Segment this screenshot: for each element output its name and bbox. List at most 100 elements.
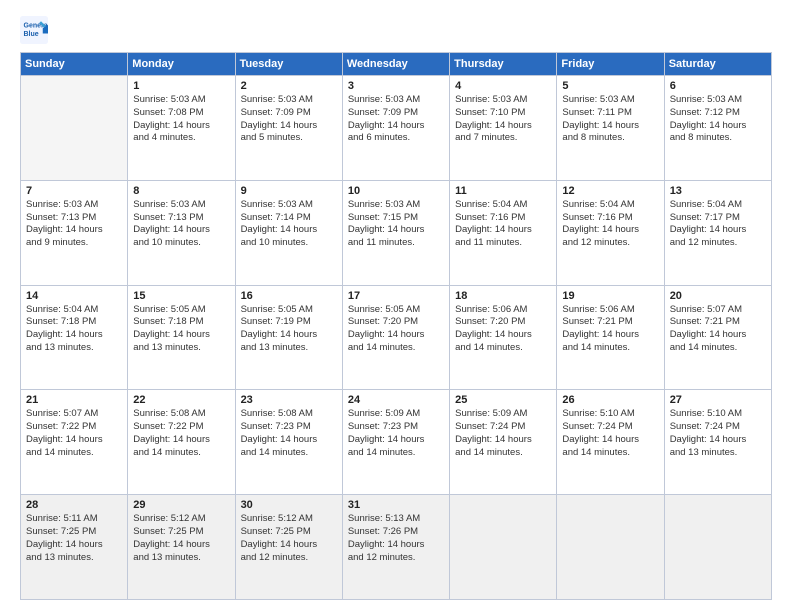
day-info: Sunrise: 5:03 AMSunset: 7:09 PMDaylight:… xyxy=(348,94,444,145)
day-info: Sunrise: 5:13 AMSunset: 7:26 PMDaylight:… xyxy=(348,513,444,564)
day-number: 9 xyxy=(241,185,337,197)
day-number: 16 xyxy=(241,290,337,302)
calendar-header: SundayMondayTuesdayWednesdayThursdayFrid… xyxy=(21,53,772,76)
day-number: 1 xyxy=(133,80,229,92)
day-header-friday: Friday xyxy=(557,53,664,76)
calendar-cell: 30 Sunrise: 5:12 AMSunset: 7:25 PMDayligh… xyxy=(235,495,342,600)
day-number: 30 xyxy=(241,499,337,511)
day-info: Sunrise: 5:03 AMSunset: 7:10 PMDaylight:… xyxy=(455,94,551,145)
day-number: 27 xyxy=(670,394,766,406)
header: General Blue xyxy=(20,16,772,44)
calendar-cell: 9Sunrise: 5:03 AMSunset: 7:14 PMDaylight… xyxy=(235,180,342,285)
day-number: 31 xyxy=(348,499,444,511)
day-info: Sunrise: 5:06 AMSunset: 7:21 PMDaylight:… xyxy=(562,304,658,355)
week-row-4: 21 Sunrise: 5:07 AMSunset: 7:22 PMDayligh… xyxy=(21,390,772,495)
calendar-cell: 14 Sunrise: 5:04 AMSunset: 7:18 PMDayligh… xyxy=(21,285,128,390)
day-number: 3 xyxy=(348,80,444,92)
calendar-cell: 18 Sunrise: 5:06 AMSunset: 7:20 PMDayligh… xyxy=(450,285,557,390)
day-number: 29 xyxy=(133,499,229,511)
calendar-cell: 31 Sunrise: 5:13 AMSunset: 7:26 PMDayligh… xyxy=(342,495,449,600)
calendar-cell: 1 Sunrise: 5:03 AMSunset: 7:08 PMDaylight… xyxy=(128,76,235,181)
calendar-cell: 13 Sunrise: 5:04 AMSunset: 7:17 PMDayligh… xyxy=(664,180,771,285)
calendar-cell xyxy=(450,495,557,600)
day-number: 10 xyxy=(348,185,444,197)
calendar-cell: 28 Sunrise: 5:11 AMSunset: 7:25 PMDayligh… xyxy=(21,495,128,600)
day-header-tuesday: Tuesday xyxy=(235,53,342,76)
day-info: Sunrise: 5:05 AMSunset: 7:19 PMDaylight:… xyxy=(241,304,337,355)
day-info: Sunrise: 5:10 AMSunset: 7:24 PMDaylight:… xyxy=(562,408,658,459)
day-info: Sunrise: 5:09 AMSunset: 7:23 PMDaylight:… xyxy=(348,408,444,459)
day-number: 17 xyxy=(348,290,444,302)
calendar-cell: 12Sunrise: 5:04 AMSunset: 7:16 PMDayligh… xyxy=(557,180,664,285)
week-row-1: 1 Sunrise: 5:03 AMSunset: 7:08 PMDaylight… xyxy=(21,76,772,181)
calendar-cell: 3 Sunrise: 5:03 AMSunset: 7:09 PMDaylight… xyxy=(342,76,449,181)
calendar-cell: 22 Sunrise: 5:08 AMSunset: 7:22 PMDayligh… xyxy=(128,390,235,495)
header-row: SundayMondayTuesdayWednesdayThursdayFrid… xyxy=(21,53,772,76)
calendar-body: 1 Sunrise: 5:03 AMSunset: 7:08 PMDaylight… xyxy=(21,76,772,600)
calendar-cell: 2 Sunrise: 5:03 AMSunset: 7:09 PMDaylight… xyxy=(235,76,342,181)
day-number: 14 xyxy=(26,290,122,302)
day-number: 6 xyxy=(670,80,766,92)
calendar-cell: 29 Sunrise: 5:12 AMSunset: 7:25 PMDayligh… xyxy=(128,495,235,600)
calendar-cell xyxy=(557,495,664,600)
day-number: 20 xyxy=(670,290,766,302)
logo-icon: General Blue xyxy=(20,16,48,44)
calendar-cell: 23 Sunrise: 5:08 AMSunset: 7:23 PMDayligh… xyxy=(235,390,342,495)
calendar-cell: 16 Sunrise: 5:05 AMSunset: 7:19 PMDayligh… xyxy=(235,285,342,390)
calendar-cell: 25 Sunrise: 5:09 AMSunset: 7:24 PMDayligh… xyxy=(450,390,557,495)
day-number: 4 xyxy=(455,80,551,92)
day-info: Sunrise: 5:04 AMSunset: 7:16 PMDaylight:… xyxy=(562,199,658,250)
day-info: Sunrise: 5:07 AMSunset: 7:22 PMDaylight:… xyxy=(26,408,122,459)
day-number: 28 xyxy=(26,499,122,511)
day-number: 24 xyxy=(348,394,444,406)
calendar-cell: 19Sunrise: 5:06 AMSunset: 7:21 PMDayligh… xyxy=(557,285,664,390)
svg-text:Blue: Blue xyxy=(24,31,39,38)
calendar-cell: 11 Sunrise: 5:04 AMSunset: 7:16 PMDayligh… xyxy=(450,180,557,285)
day-number: 11 xyxy=(455,185,551,197)
day-info: Sunrise: 5:03 AMSunset: 7:13 PMDaylight:… xyxy=(26,199,122,250)
day-number: 13 xyxy=(670,185,766,197)
day-info: Sunrise: 5:08 AMSunset: 7:23 PMDaylight:… xyxy=(241,408,337,459)
day-info: Sunrise: 5:04 AMSunset: 7:16 PMDaylight:… xyxy=(455,199,551,250)
day-number: 7 xyxy=(26,185,122,197)
calendar-cell: 15Sunrise: 5:05 AMSunset: 7:18 PMDayligh… xyxy=(128,285,235,390)
day-info: Sunrise: 5:06 AMSunset: 7:20 PMDaylight:… xyxy=(455,304,551,355)
day-header-saturday: Saturday xyxy=(664,53,771,76)
logo: General Blue xyxy=(20,16,52,44)
calendar-cell: 10Sunrise: 5:03 AMSunset: 7:15 PMDayligh… xyxy=(342,180,449,285)
calendar-cell: 26Sunrise: 5:10 AMSunset: 7:24 PMDayligh… xyxy=(557,390,664,495)
calendar: SundayMondayTuesdayWednesdayThursdayFrid… xyxy=(20,52,772,600)
week-row-3: 14 Sunrise: 5:04 AMSunset: 7:18 PMDayligh… xyxy=(21,285,772,390)
day-number: 22 xyxy=(133,394,229,406)
day-info: Sunrise: 5:09 AMSunset: 7:24 PMDaylight:… xyxy=(455,408,551,459)
calendar-cell: 5Sunrise: 5:03 AMSunset: 7:11 PMDaylight… xyxy=(557,76,664,181)
calendar-cell: 27 Sunrise: 5:10 AMSunset: 7:24 PMDayligh… xyxy=(664,390,771,495)
day-number: 25 xyxy=(455,394,551,406)
day-header-thursday: Thursday xyxy=(450,53,557,76)
day-number: 8 xyxy=(133,185,229,197)
calendar-cell: 20 Sunrise: 5:07 AMSunset: 7:21 PMDayligh… xyxy=(664,285,771,390)
day-info: Sunrise: 5:12 AMSunset: 7:25 PMDaylight:… xyxy=(241,513,337,564)
day-info: Sunrise: 5:08 AMSunset: 7:22 PMDaylight:… xyxy=(133,408,229,459)
day-info: Sunrise: 5:03 AMSunset: 7:13 PMDaylight:… xyxy=(133,199,229,250)
day-number: 5 xyxy=(562,80,658,92)
calendar-cell: 17Sunrise: 5:05 AMSunset: 7:20 PMDayligh… xyxy=(342,285,449,390)
day-info: Sunrise: 5:07 AMSunset: 7:21 PMDaylight:… xyxy=(670,304,766,355)
day-info: Sunrise: 5:03 AMSunset: 7:08 PMDaylight:… xyxy=(133,94,229,145)
week-row-2: 7 Sunrise: 5:03 AMSunset: 7:13 PMDaylight… xyxy=(21,180,772,285)
day-number: 21 xyxy=(26,394,122,406)
day-info: Sunrise: 5:04 AMSunset: 7:17 PMDaylight:… xyxy=(670,199,766,250)
calendar-cell: 8 Sunrise: 5:03 AMSunset: 7:13 PMDaylight… xyxy=(128,180,235,285)
day-number: 18 xyxy=(455,290,551,302)
day-info: Sunrise: 5:10 AMSunset: 7:24 PMDaylight:… xyxy=(670,408,766,459)
calendar-cell: 4 Sunrise: 5:03 AMSunset: 7:10 PMDaylight… xyxy=(450,76,557,181)
calendar-cell: 6Sunrise: 5:03 AMSunset: 7:12 PMDaylight… xyxy=(664,76,771,181)
day-info: Sunrise: 5:11 AMSunset: 7:25 PMDaylight:… xyxy=(26,513,122,564)
day-number: 23 xyxy=(241,394,337,406)
day-info: Sunrise: 5:03 AMSunset: 7:09 PMDaylight:… xyxy=(241,94,337,145)
day-info: Sunrise: 5:12 AMSunset: 7:25 PMDaylight:… xyxy=(133,513,229,564)
page: General Blue SundayMondayTuesdayWednesda… xyxy=(0,0,792,612)
calendar-cell: 7 Sunrise: 5:03 AMSunset: 7:13 PMDaylight… xyxy=(21,180,128,285)
day-info: Sunrise: 5:04 AMSunset: 7:18 PMDaylight:… xyxy=(26,304,122,355)
day-number: 2 xyxy=(241,80,337,92)
